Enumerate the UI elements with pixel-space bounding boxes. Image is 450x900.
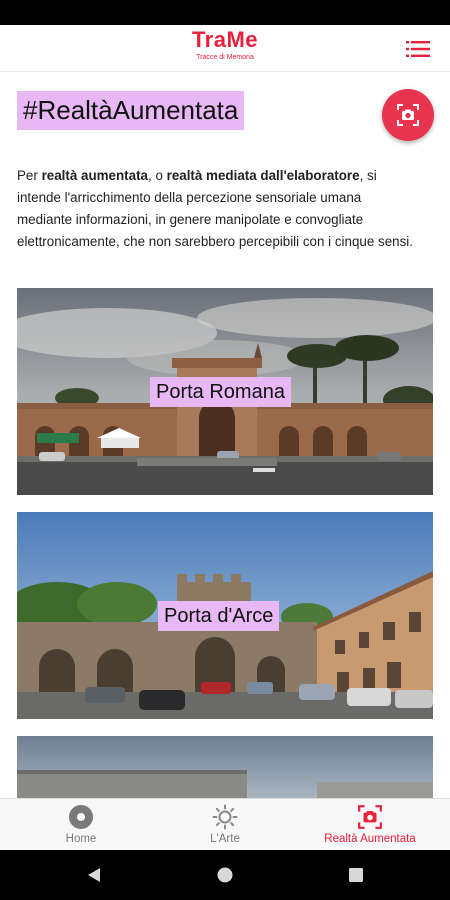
app-logo: TraMe Tracce di Memoria bbox=[0, 28, 450, 62]
nav-home-label: Home bbox=[65, 833, 97, 845]
intro-text: Per bbox=[17, 168, 42, 183]
back-triangle-icon[interactable] bbox=[86, 867, 102, 883]
app-bar: TraMe Tracce di Memoria bbox=[0, 25, 450, 72]
next-monument-image bbox=[17, 736, 433, 798]
home-dot-icon[interactable] bbox=[217, 867, 233, 883]
card-label: Porta d'Arce bbox=[158, 601, 280, 631]
ar-camera-icon bbox=[397, 104, 419, 126]
intro-text: , o bbox=[148, 168, 167, 183]
ar-camera-icon bbox=[358, 805, 382, 829]
page-title: #RealtàAumentata bbox=[17, 91, 245, 130]
app-title: TraMe bbox=[191, 27, 259, 52]
hamburger-menu-icon bbox=[406, 41, 430, 57]
card-label: Porta Romana bbox=[150, 377, 291, 407]
nav-realta-aumentata[interactable]: Realtà Aumentata bbox=[295, 799, 445, 851]
menu-button[interactable] bbox=[406, 41, 430, 57]
recents-square-icon[interactable] bbox=[348, 867, 364, 883]
nav-arte-label: L'Arte bbox=[210, 833, 240, 845]
card-porta-romana[interactable]: Porta Romana bbox=[17, 288, 433, 495]
card-next-monument[interactable] bbox=[17, 736, 433, 798]
main-content[interactable]: #RealtàAumentata Per realtà aumentata, o… bbox=[0, 72, 450, 798]
ar-camera-button[interactable] bbox=[382, 89, 434, 141]
intro-bold-term: realtà aumentata bbox=[41, 168, 148, 183]
nav-home[interactable]: Home bbox=[6, 799, 156, 851]
app-subtitle: Tracce di Memoria bbox=[196, 54, 254, 61]
intro-paragraph: Per realtà aumentata, o realtà mediata d… bbox=[17, 165, 417, 253]
intro-bold-term: realtà mediata dall'elaboratore bbox=[166, 168, 360, 183]
card-porta-darce[interactable]: Porta d'Arce bbox=[17, 512, 433, 719]
bottom-navigation: Home L'Arte Realtà Aumentata bbox=[0, 798, 450, 851]
sun-icon bbox=[212, 804, 238, 830]
status-bar bbox=[0, 0, 450, 25]
system-navigation-bar bbox=[0, 850, 450, 900]
nav-arte[interactable]: L'Arte bbox=[150, 799, 300, 851]
home-circle-icon bbox=[69, 805, 93, 829]
nav-realta-aumentata-label: Realtà Aumentata bbox=[324, 833, 416, 845]
